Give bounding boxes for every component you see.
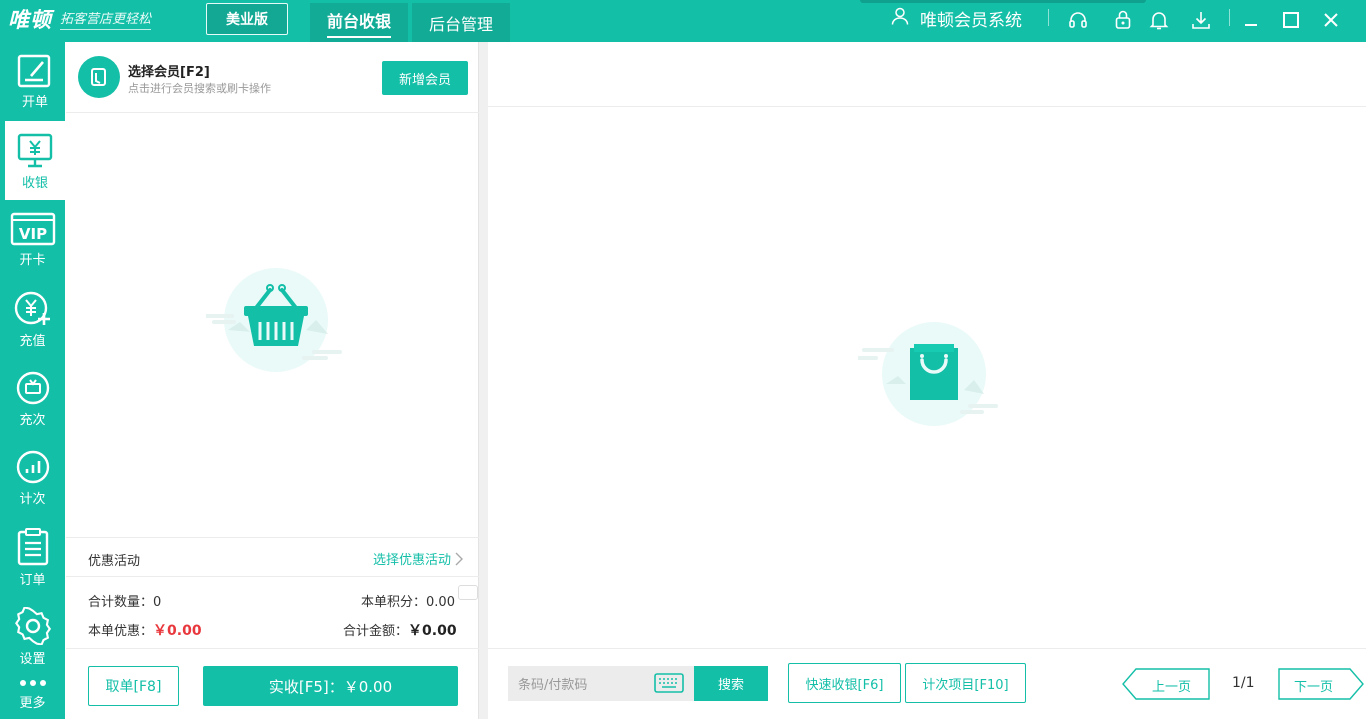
divider [1229,9,1230,26]
sidebar-item-recharge-count[interactable]: 充次 [0,358,65,437]
member-card-icon [78,56,120,98]
order-points-label: 本单积分： [361,595,427,610]
member-subtitle: 点击进行会员搜索或刷卡操作 [128,82,271,95]
order-points: 本单积分：0.00 [361,591,455,610]
system-area: 唯顿会员系统 [860,0,1146,42]
sidebar-item-open-order[interactable]: 开单 [5,42,65,121]
sidebar-item-label: 充值 [19,334,46,349]
order-discount-label: 本单优惠： [88,624,154,639]
system-area-shade [860,0,1146,3]
barcode-placeholder: 条码/付款码 [518,678,588,693]
top-bar: 唯顿 拓客营店更轻松 美业版 前台收银 后台管理 唯顿会员系统 [0,0,1366,42]
sidebar-item-count[interactable]: 计次 [0,437,65,516]
total-quantity-value: 0 [153,595,162,610]
order-panel: 选择会员[F2] 点击进行会员搜索或刷卡操作 新增会员 优惠活动 选择优惠活动 … [66,42,479,719]
close-icon[interactable] [1319,8,1343,32]
recharge-count-icon [16,371,49,405]
product-category-bar [488,42,1366,107]
maximize-icon[interactable] [1279,8,1303,32]
next-page-button[interactable]: 下一页 [1278,668,1364,700]
order-points-value: 0.00 [426,595,455,610]
take-order-button[interactable]: 取单[F8] [88,666,179,706]
search-button[interactable]: 搜索 [694,666,768,701]
sidebar-item-recharge[interactable]: 充值 [0,279,65,358]
page-indicator: 1/1 [1232,675,1255,691]
sidebar-item-label: 开单 [21,95,48,110]
tab-back-office[interactable]: 后台管理 [412,3,510,42]
svg-text:VIP: VIP [18,225,46,243]
cashier-icon [17,133,53,168]
order-total-label: 合计金额： [343,624,409,639]
system-name: 唯顿会员系统 [920,11,1022,31]
empty-products-illustration [856,322,998,436]
headset-icon[interactable] [1066,8,1090,32]
empty-basket-illustration [204,268,346,382]
count-items-button[interactable]: 计次项目[F10] [905,663,1026,703]
settings-icon [14,607,51,645]
sidebar-item-open-card[interactable]: VIP 开卡 [0,200,65,279]
sidebar-item-more[interactable]: 更多 [0,674,65,719]
order-total: 合计金额：￥0.00 [343,620,457,640]
recharge-icon [14,291,50,325]
tab-front-cashier[interactable]: 前台收银 [310,3,408,42]
user-icon [890,6,910,31]
download-icon[interactable] [1189,8,1213,32]
vip-icon: VIP [10,212,55,246]
promotion-row[interactable]: 优惠活动 选择优惠活动 [66,537,479,577]
sidebar-item-label: 充次 [19,413,46,428]
prev-page-label: 上一页 [1152,680,1192,695]
sidebar-item-label: 更多 [19,696,46,711]
minimize-icon[interactable] [1239,8,1263,32]
count-chart-icon [16,450,49,484]
sidebar-item-label: 收银 [21,176,48,191]
checkout-button[interactable]: 实收[F5]：￥0.00 [203,666,458,706]
order-discount: 本单优惠：￥0.00 [88,620,202,640]
chevron-right-icon [455,552,463,565]
edit-icon [17,54,51,88]
logo-slogan: 拓客营店更轻松 [60,8,152,30]
sidebar-item-label: 开卡 [19,253,46,268]
select-promotion-link[interactable]: 选择优惠活动 [373,549,463,568]
lock-icon[interactable] [1111,8,1135,32]
tab-label: 前台收银 [326,8,391,38]
sidebar-item-orders[interactable]: 订单 [0,516,65,595]
panel-splitter[interactable] [479,42,488,719]
order-actions: 取单[F8] 实收[F5]：￥0.00 [66,648,479,719]
collapse-toggle[interactable] [458,585,478,600]
sidebar-item-settings[interactable]: 设置 [0,595,65,674]
sidebar: 开单 收银 VIP 开卡 充值 充次 计次 订单 设置 更多 [0,42,65,719]
quick-cashier-button[interactable]: 快速收银[F6] [788,663,901,703]
sidebar-item-cashier[interactable]: 收银 [5,121,65,200]
next-page-label: 下一页 [1294,680,1334,695]
sidebar-item-label: 计次 [19,492,46,507]
keyboard-icon[interactable] [654,673,684,697]
prev-page-button[interactable]: 上一页 [1122,668,1210,700]
order-total-value: ￥0.00 [408,623,457,639]
tab-label: 后台管理 [428,14,493,34]
promotion-label: 优惠活动 [88,554,141,569]
total-quantity-label: 合计数量： [88,595,154,610]
product-panel: 条码/付款码 搜索 快速收银[F6] 计次项目[F10] 上一页 1/1 下一页 [488,42,1366,719]
order-discount-value: ￥0.00 [153,623,202,639]
edition-badge[interactable]: 美业版 [206,3,288,35]
divider [1048,9,1049,26]
app-logo: 唯顿 拓客营店更轻松 [8,5,152,33]
new-member-button[interactable]: 新增会员 [382,61,468,95]
sidebar-item-label: 设置 [19,652,46,667]
order-icon [17,528,48,566]
more-icon [19,680,46,686]
logo-text: 唯顿 [8,7,52,32]
bell-icon[interactable] [1147,8,1171,32]
total-quantity: 合计数量：0 [88,591,161,610]
member-selector[interactable]: 选择会员[F2] 点击进行会员搜索或刷卡操作 新增会员 [66,42,479,113]
select-promotion-label: 选择优惠活动 [372,553,451,568]
member-title: 选择会员[F2] [128,65,210,80]
account-menu[interactable]: 唯顿会员系统 [890,6,1022,31]
product-toolbar: 条码/付款码 搜索 快速收银[F6] 计次项目[F10] 上一页 1/1 下一页 [488,648,1366,719]
sidebar-item-label: 订单 [19,573,46,588]
